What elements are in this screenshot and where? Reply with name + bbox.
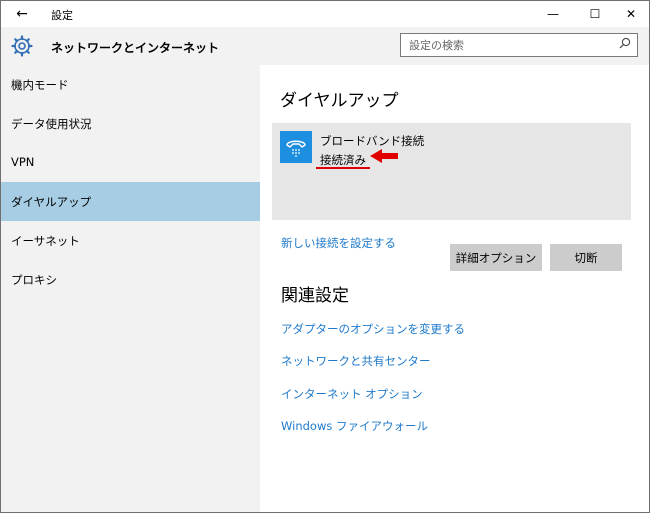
search-box[interactable] <box>400 33 638 57</box>
adapter-options-link[interactable]: アダプターのオプションを変更する <box>281 321 465 337</box>
sidebar-item-airplane-mode[interactable]: 機内モード <box>1 65 260 104</box>
close-button[interactable]: ✕ <box>613 1 649 27</box>
sidebar-item-label: データ使用状況 <box>11 117 92 131</box>
sidebar-item-label: 機内モード <box>11 78 69 92</box>
back-button[interactable]: ← <box>7 3 37 25</box>
close-icon: ✕ <box>625 7 637 21</box>
maximize-icon: ☐ <box>589 7 601 21</box>
sidebar-item-label: VPN <box>11 155 35 169</box>
sidebar-item-data-usage[interactable]: データ使用状況 <box>1 104 260 143</box>
window-title: 設定 <box>51 9 73 22</box>
settings-window: ← 設定 — ☐ ✕ ネットワークとインターネット 設定の検索 機内モード デー… <box>0 0 650 513</box>
page-title: ネットワークとインターネット <box>51 41 220 55</box>
search-icon[interactable] <box>619 37 631 52</box>
sidebar-item-label: ダイヤルアップ <box>11 195 92 209</box>
annotation-arrow-icon <box>370 148 400 167</box>
minimize-button[interactable]: — <box>535 1 571 27</box>
sidebar-item-dial-up[interactable]: ダイヤルアップ <box>1 182 260 221</box>
advanced-options-button[interactable]: 詳細オプション <box>450 244 542 271</box>
back-arrow-icon: ← <box>16 6 28 22</box>
disconnect-button[interactable]: 切断 <box>550 244 622 271</box>
sidebar-item-vpn[interactable]: VPN <box>1 143 260 182</box>
page-header: ネットワークとインターネット <box>1 27 649 65</box>
maximize-button[interactable]: ☐ <box>577 1 613 27</box>
dial-up-connection-icon <box>280 131 312 163</box>
connection-name: ブロードバンド接続 <box>320 134 425 148</box>
title-bar: ← 設定 — ☐ ✕ <box>1 1 649 27</box>
search-input[interactable] <box>409 37 609 53</box>
windows-firewall-link[interactable]: Windows ファイアウォール <box>281 418 428 434</box>
internet-options-link[interactable]: インターネット オプション <box>281 386 423 402</box>
minimize-icon: — <box>547 7 559 21</box>
connection-status: 接続済み <box>320 153 366 167</box>
sidebar-item-ethernet[interactable]: イーサネット <box>1 221 260 260</box>
sidebar-item-label: プロキシ <box>11 273 57 287</box>
sidebar-item-label: イーサネット <box>11 234 80 248</box>
gear-icon <box>11 35 33 57</box>
connection-card[interactable]: ブロードバンド接続 接続済み 詳細オプション 切断 <box>272 123 631 271</box>
sidebar-item-proxy[interactable]: プロキシ <box>1 260 260 299</box>
related-settings-heading: 関連設定 <box>281 286 349 306</box>
new-connection-link[interactable]: 新しい接続を設定する <box>281 235 396 251</box>
sidebar: 機内モード データ使用状況 VPN ダイヤルアップ イーサネット プロキシ <box>1 65 260 512</box>
annotation-underline <box>316 167 370 169</box>
section-heading: ダイヤルアップ <box>280 91 399 111</box>
network-sharing-center-link[interactable]: ネットワークと共有センター <box>281 353 431 369</box>
main-content: ダイヤルアップ ブロードバンド接続 接続済み 詳細オプション 切断 新しい接続を… <box>260 65 649 512</box>
